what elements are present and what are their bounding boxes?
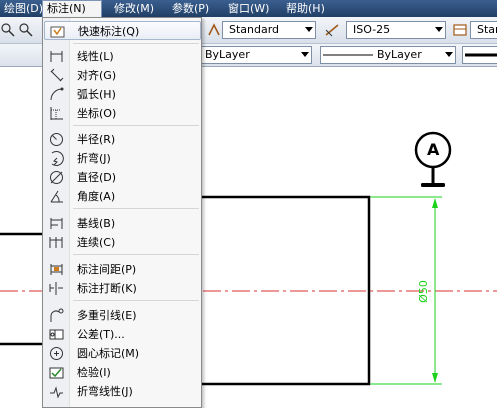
continue-icon xyxy=(49,237,63,248)
datum-base xyxy=(421,183,445,187)
dimension-style-value: ISO-25 xyxy=(353,23,391,36)
diameter-icon xyxy=(50,171,63,184)
menu-bar: 绘图(D) 标注(N) 修改(M) 参数(P) 窗口(W) 帮助(H) xyxy=(0,0,497,17)
menu-item-label: 坐标(O) xyxy=(77,107,117,120)
table-style-select[interactable]: Star xyxy=(470,21,497,39)
menu-item-continue[interactable]: 连续(C) xyxy=(44,233,201,252)
tolerance-icon xyxy=(49,329,64,340)
menu-separator xyxy=(73,254,199,255)
dimension-menu-dropdown: 快速标注(Q) 线性(L) 对齐(G) 弧长(H) 坐标(O) 半径(R) 折弯… xyxy=(42,17,202,408)
menu-item-label: 对齐(G) xyxy=(77,69,117,82)
chevron-down-icon xyxy=(445,52,453,57)
jogged-icon xyxy=(51,151,64,166)
baseline-icon xyxy=(50,218,63,229)
menu-window[interactable]: 窗口(W) xyxy=(224,0,273,17)
menu-separator xyxy=(73,300,199,301)
menu-item-label: 标注打断(K) xyxy=(77,282,137,295)
menu-draw[interactable]: 绘图(D) xyxy=(0,0,47,17)
multileader-icon xyxy=(50,308,64,322)
menu-item-label: 标注间距(P) xyxy=(77,263,137,276)
menu-item-jogged[interactable]: 折弯(J) xyxy=(44,149,201,168)
menu-item-label: 快速标注(Q) xyxy=(78,25,140,38)
menu-item-label: 多重引线(E) xyxy=(77,309,137,322)
quick-dimension-icon xyxy=(50,26,65,38)
menu-item-dimension-break[interactable]: 标注打断(K) xyxy=(44,279,201,298)
zoom-previous-icon[interactable] xyxy=(18,22,34,38)
menu-item-label: 线性(L) xyxy=(77,50,114,63)
menu-help[interactable]: 帮助(H) xyxy=(282,0,329,17)
menu-separator xyxy=(73,125,199,126)
menu-item-ordinate[interactable]: 坐标(O) xyxy=(44,104,201,123)
angular-icon xyxy=(50,190,63,203)
menu-item-radius[interactable]: 半径(R) xyxy=(44,130,201,149)
menu-item-label: 折弯线性(J) xyxy=(77,385,133,398)
menu-modify[interactable]: 修改(M) xyxy=(110,0,158,17)
radius-icon xyxy=(50,133,63,146)
chevron-down-icon xyxy=(435,27,443,32)
jogged-linear-icon xyxy=(50,386,63,399)
menu-item-multileader[interactable]: 多重引线(E) xyxy=(44,306,201,325)
lineweight-control-select[interactable] xyxy=(462,46,497,64)
menu-item-dimension-space[interactable]: 标注间距(P) xyxy=(44,260,201,279)
menu-item-label: 半径(R) xyxy=(77,133,116,146)
center-mark-icon xyxy=(50,347,63,360)
dimension-break-icon xyxy=(49,282,63,295)
arrowhead-bottom-icon xyxy=(432,373,438,383)
menu-item-label: 弧长(H) xyxy=(77,88,116,101)
lineweight-preview-icon xyxy=(465,53,497,57)
menu-item-label: 连续(C) xyxy=(77,236,116,249)
menu-dimension[interactable]: 标注(N) xyxy=(42,0,102,17)
menu-separator xyxy=(73,208,199,209)
menu-item-label: 基线(B) xyxy=(77,217,116,230)
linetype-preview-icon xyxy=(323,54,373,56)
arc-length-icon xyxy=(50,87,64,101)
linetype-control-select[interactable]: ByLayer xyxy=(320,46,456,64)
table-style-icon[interactable] xyxy=(452,22,468,38)
text-style-value: Standard xyxy=(229,23,280,36)
menu-item-quick-dimension[interactable]: 快速标注(Q) xyxy=(44,21,201,40)
menu-item-label: 检验(I) xyxy=(77,366,111,379)
zoom-window-icon[interactable] xyxy=(0,22,16,38)
menu-parameter[interactable]: 参数(P) xyxy=(168,0,213,17)
aligned-icon xyxy=(50,68,64,82)
chevron-down-icon xyxy=(301,52,309,57)
menu-item-center-mark[interactable]: 圆心标记(M) xyxy=(44,344,201,363)
text-style-icon[interactable] xyxy=(206,22,222,38)
menu-item-inspection[interactable]: 检验(I) xyxy=(44,363,201,382)
menu-item-label: 角度(A) xyxy=(77,190,116,203)
dimension-text: Ø50 xyxy=(416,280,430,303)
menu-item-aligned[interactable]: 对齐(G) xyxy=(44,66,201,85)
menu-item-diameter[interactable]: 直径(D) xyxy=(44,168,201,187)
dimension-style-select[interactable]: ISO-25 xyxy=(346,21,446,39)
color-control-value: ByLayer xyxy=(205,48,250,61)
ordinate-icon xyxy=(50,107,63,120)
menu-item-tolerance[interactable]: 公差(T)... xyxy=(44,325,201,344)
arrowhead-top-icon xyxy=(432,198,438,208)
menu-item-label: 直径(D) xyxy=(77,171,117,184)
datum-label: A xyxy=(427,140,440,159)
chevron-down-icon xyxy=(305,27,313,32)
inspection-icon xyxy=(49,367,64,379)
dimension-style-icon[interactable] xyxy=(324,22,340,38)
menu-item-label: 折弯(J) xyxy=(77,152,111,165)
menu-item-angular[interactable]: 角度(A) xyxy=(44,187,201,206)
menu-separator xyxy=(73,43,199,44)
text-style-select[interactable]: Standard xyxy=(222,21,316,39)
menu-item-arc-length[interactable]: 弧长(H) xyxy=(44,85,201,104)
menu-item-baseline[interactable]: 基线(B) xyxy=(44,214,201,233)
menu-item-linear[interactable]: 线性(L) xyxy=(44,47,201,66)
menu-item-jogged-linear[interactable]: 折弯线性(J) xyxy=(44,382,201,401)
table-style-value: Star xyxy=(477,23,497,36)
menu-item-label: 公差(T)... xyxy=(77,328,125,341)
dimension-space-icon xyxy=(50,264,63,275)
linetype-control-value: ByLayer xyxy=(377,48,422,61)
menu-item-label: 圆心标记(M) xyxy=(77,347,140,360)
linear-icon xyxy=(50,51,63,62)
